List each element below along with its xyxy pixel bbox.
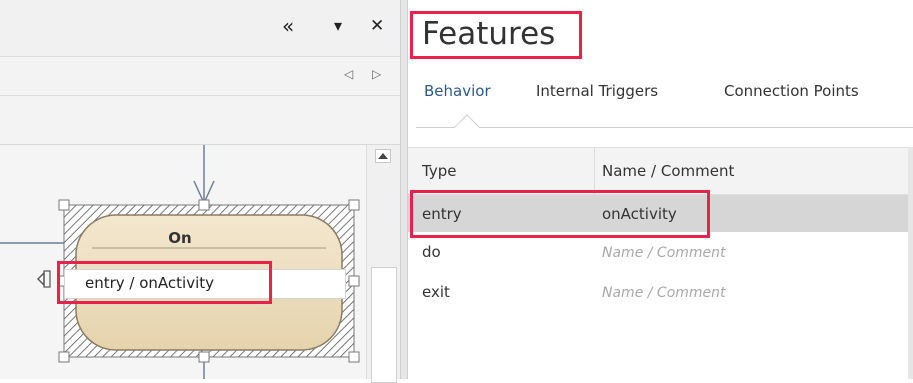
table-row[interactable]: exit Name / Comment — [408, 277, 913, 314]
row-type: do — [422, 243, 441, 261]
highlight-entry-on-diagram — [57, 261, 272, 304]
active-tab-notch-icon — [454, 114, 481, 129]
highlight-title — [410, 11, 582, 59]
column-name-comment[interactable]: Name / Comment — [602, 162, 734, 180]
tab-behavior[interactable]: Behavior — [424, 82, 491, 100]
column-type[interactable]: Type — [422, 162, 456, 180]
tab-connection-points[interactable]: Connection Points — [724, 82, 859, 100]
scroll-thumb[interactable] — [371, 267, 397, 383]
scroll-up-icon[interactable] — [375, 149, 391, 163]
collapse-icon[interactable]: « — [282, 16, 294, 36]
tab-underline — [416, 127, 913, 128]
close-icon[interactable]: ✕ — [370, 16, 384, 36]
diagram-pane: « ▾ ✕ ◁ ▷ On entry / onActivity — [0, 0, 401, 383]
diagram-canvas[interactable]: On entry / onActivity — [0, 145, 366, 379]
tab-internal-triggers[interactable]: Internal Triggers — [536, 82, 658, 100]
pane-splitter[interactable] — [400, 0, 408, 379]
highlight-entry-row — [410, 190, 710, 238]
next-icon[interactable]: ▷ — [372, 67, 381, 81]
features-window: Features Behavior Internal Triggers Conn… — [408, 0, 913, 379]
prev-icon[interactable]: ◁ — [344, 67, 353, 81]
state-name: On — [168, 229, 192, 247]
pane-toolbar: « ▾ ✕ — [0, 0, 400, 57]
dropdown-icon[interactable]: ▾ — [334, 16, 342, 36]
pane-nav: ◁ ▷ — [0, 57, 400, 96]
row-type: exit — [422, 283, 450, 301]
vertical-scrollbar[interactable] — [366, 145, 401, 383]
row-name-placeholder[interactable]: Name / Comment — [602, 285, 726, 301]
column-divider[interactable] — [594, 148, 595, 194]
row-name-placeholder[interactable]: Name / Comment — [602, 245, 726, 261]
table-row[interactable]: do Name / Comment — [408, 237, 913, 274]
pane-header-blank — [0, 96, 400, 145]
grid-right-edge — [908, 147, 913, 379]
grid-header: Type Name / Comment — [408, 147, 913, 195]
